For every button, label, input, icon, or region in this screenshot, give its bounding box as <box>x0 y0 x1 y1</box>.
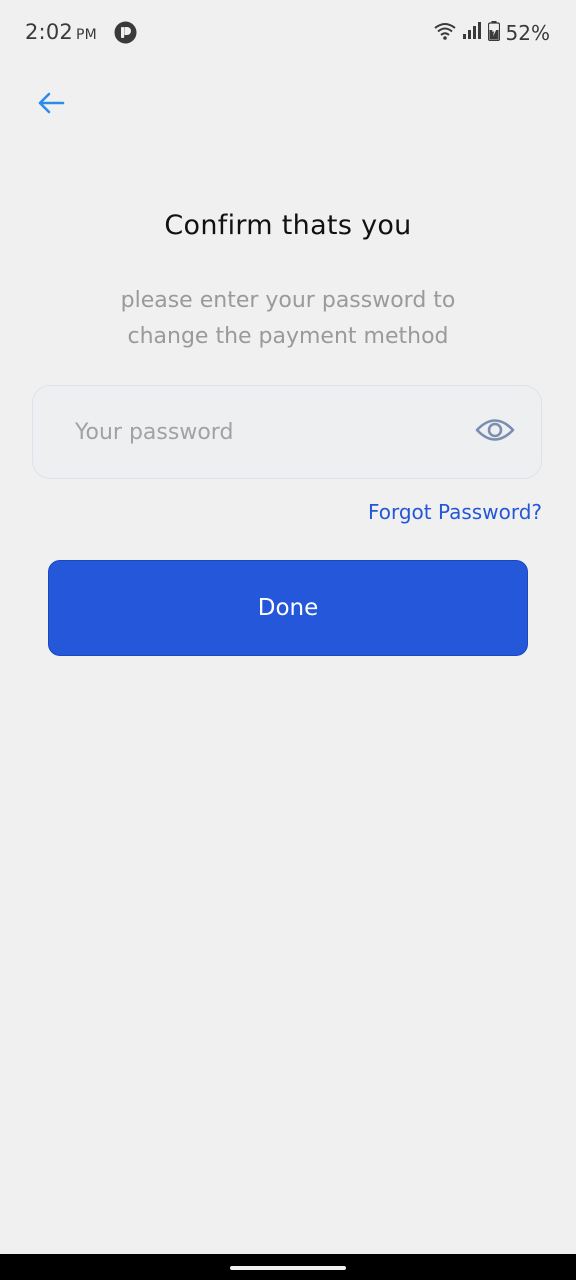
done-button[interactable]: Done <box>48 560 528 656</box>
navigation-bar <box>0 1254 576 1280</box>
status-time-ampm: PM <box>75 27 97 43</box>
toggle-password-visibility-button[interactable] <box>475 414 515 450</box>
page-subtitle: please enter your password to change the… <box>120 288 456 349</box>
battery-icon <box>487 21 500 45</box>
signal-icon <box>462 22 482 44</box>
arrow-left-icon <box>37 91 65 119</box>
status-bar: 2:02 PM 52% <box>0 0 576 66</box>
status-time: 2:02 PM <box>25 20 97 44</box>
status-time-value: 2:02 <box>25 20 73 44</box>
battery-percentage: 52% <box>505 21 550 45</box>
back-button[interactable] <box>30 84 72 126</box>
eye-icon <box>475 413 515 451</box>
wifi-icon <box>433 22 456 44</box>
forgot-password-link[interactable]: Forgot Password? <box>368 500 542 524</box>
status-indicators: 52% <box>433 20 550 46</box>
page-title: Confirm thats you <box>164 210 412 241</box>
app-notification-icon <box>114 21 137 44</box>
password-input[interactable] <box>75 386 455 478</box>
home-indicator[interactable] <box>230 1266 346 1270</box>
password-field <box>32 385 542 479</box>
